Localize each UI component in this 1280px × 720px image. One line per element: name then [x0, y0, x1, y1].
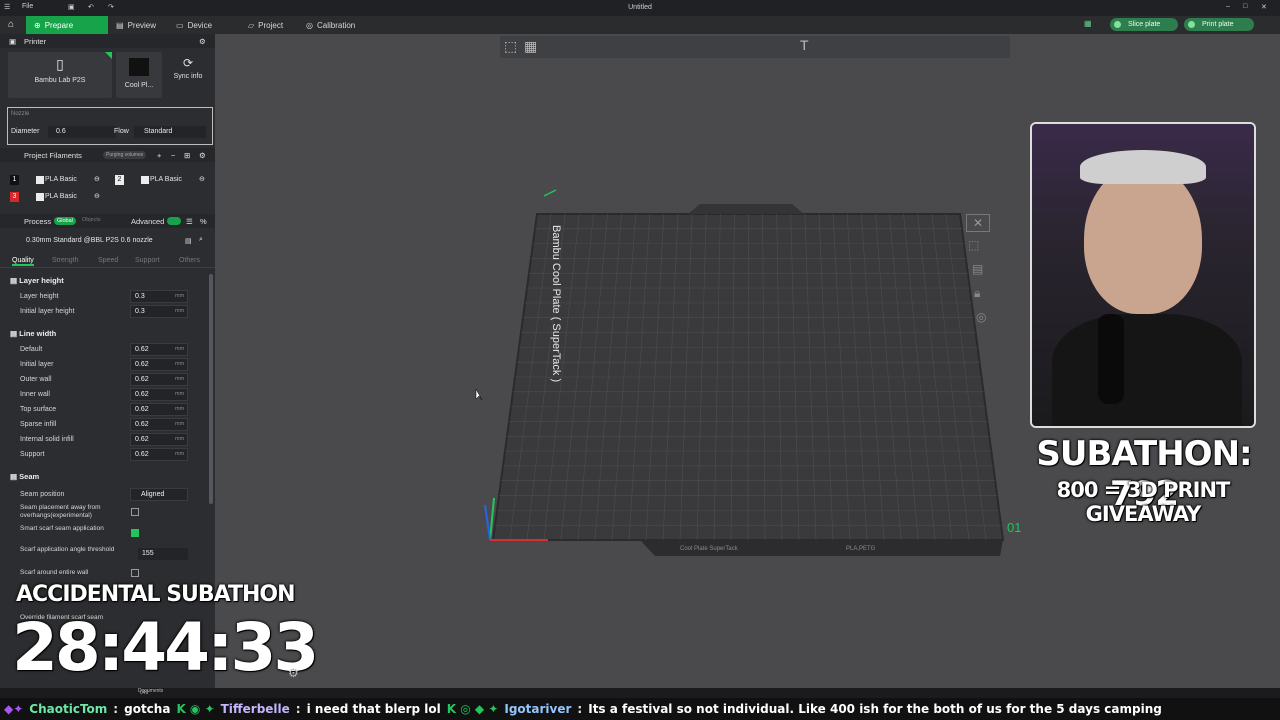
plate-type-label: Cool Plate SuperTack — [680, 546, 739, 552]
subathon-timer: 28:44:33 — [12, 609, 319, 686]
chat-separator: : — [577, 702, 583, 716]
emote-icon: ◆✦ — [4, 702, 24, 716]
plate-settings-icon[interactable]: ◎ — [976, 310, 986, 324]
emote-icon: K ◉ ✦ — [176, 702, 215, 716]
plate-name-label: Bambu Cool Plate ( SuperTack ) — [550, 225, 562, 382]
giveaway-text: 800 = 3D PRINT GIVEAWAY — [1056, 478, 1231, 526]
documents-item[interactable]: Documents — [138, 688, 163, 694]
chat-separator: : — [295, 702, 301, 716]
plate-controls: ✕ ⬚ ▤ 🔒︎ ◎ — [966, 214, 992, 334]
z-axis — [484, 504, 491, 541]
taskbar: 049 Documents — [0, 688, 1280, 698]
plate-filament-label: PLA,PETG — [846, 546, 876, 552]
delete-plate-icon[interactable]: ✕ — [966, 214, 990, 232]
mouse-cursor — [475, 388, 483, 401]
chat-user: Tifferbelle — [220, 702, 290, 716]
chat-message: gotcha — [124, 702, 171, 716]
arrange-plate-icon[interactable]: ▤ — [972, 262, 983, 276]
lock-plate-icon[interactable]: 🔒︎ — [974, 286, 980, 301]
chat-message: i need that blerp lol — [306, 702, 441, 716]
orient-plate-icon[interactable]: ⬚ — [968, 238, 979, 252]
streamer-face — [1084, 164, 1202, 314]
chat-user: Igotariver — [504, 702, 572, 716]
accidental-subathon-label: ACCIDENTAL SUBATHON — [16, 582, 296, 607]
chat-message: Its a festival so not individual. Like 4… — [588, 702, 1162, 716]
microphone — [1098, 314, 1124, 404]
streamer-shirt — [1052, 314, 1242, 426]
chat-user: ChaoticTom — [29, 702, 108, 716]
chat-separator: : — [113, 702, 119, 716]
streamer-hair — [1080, 150, 1206, 184]
webcam-overlay — [1030, 122, 1256, 428]
plate-edit-icon[interactable] — [543, 189, 557, 197]
emote-icon: K ◎ ◆ ✦ — [446, 702, 499, 716]
gear-icon[interactable]: ⚙ — [288, 666, 299, 680]
chat-ticker: ◆✦ ChaoticTom : gotcha K ◉ ✦ Tifferbelle… — [0, 698, 1280, 720]
